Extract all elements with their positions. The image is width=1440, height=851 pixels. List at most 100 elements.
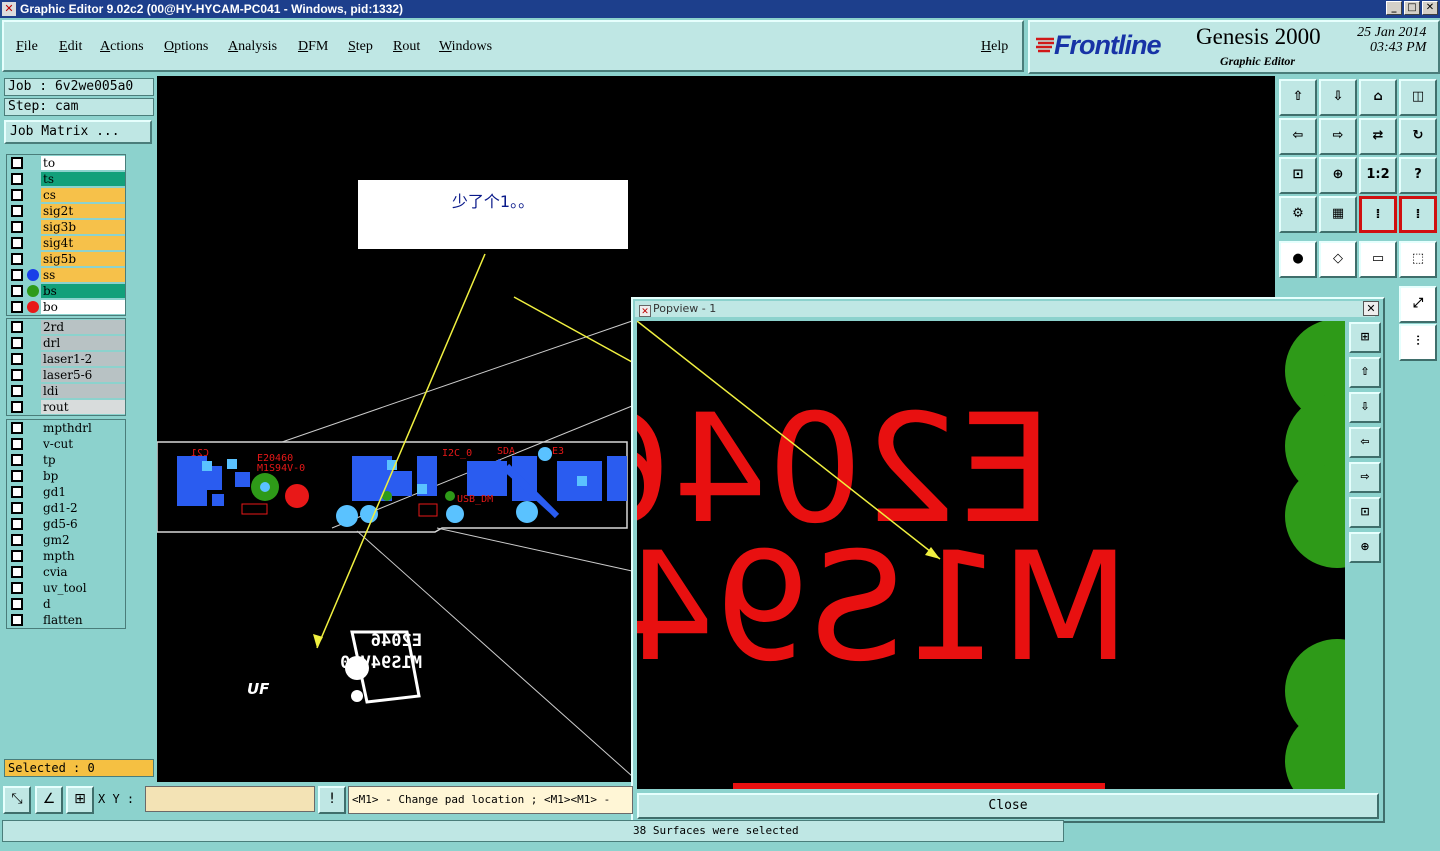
layer-name[interactable]: v-cut (41, 437, 125, 451)
zoom-area-icon[interactable]: ⤡ (3, 786, 31, 814)
layer-row-gm2[interactable]: gm2 (7, 532, 125, 548)
layer-name[interactable]: sig5b (41, 252, 125, 266)
layer-row-sig2t[interactable]: sig2t (7, 203, 125, 219)
layer-name[interactable]: bp (41, 469, 125, 483)
layer-name[interactable]: sig4t (41, 236, 125, 250)
move-icon[interactable]: ◇ (1319, 241, 1357, 278)
menu-dfm[interactable]: DFM (298, 39, 328, 55)
layer-checkbox[interactable] (11, 385, 23, 397)
alert-icon[interactable]: ! (318, 786, 346, 814)
grid-icon[interactable]: ▦ (1319, 196, 1357, 233)
layer-row-bo[interactable]: bo (7, 299, 125, 315)
measure-icon[interactable]: ▭ (1359, 241, 1397, 278)
layer-row-laser1-2[interactable]: laser1-2 (7, 351, 125, 367)
popview-up-icon[interactable]: ⇧ (1349, 357, 1381, 388)
layer-name[interactable]: flatten (41, 613, 125, 627)
layer-name[interactable]: bo (41, 300, 125, 314)
zoom-1to2-icon[interactable]: 1:2 (1359, 157, 1397, 194)
popview-left-icon[interactable]: ⇦ (1349, 427, 1381, 458)
layer-checkbox[interactable] (11, 369, 23, 381)
layer-name[interactable]: laser1-2 (41, 352, 125, 366)
area-select-icon[interactable]: ⬚ (1399, 241, 1437, 278)
layer-row-gd1-2[interactable]: gd1-2 (7, 500, 125, 516)
layer-checkbox[interactable] (11, 337, 23, 349)
popview-canvas[interactable]: E2046 M1S94 (637, 321, 1345, 789)
layer-row-rout[interactable]: rout (7, 399, 125, 415)
menu-file[interactable]: File (16, 39, 38, 55)
snap-red2-icon[interactable]: ⁞ (1399, 196, 1437, 233)
job-matrix-button[interactable]: Job Matrix ... (4, 120, 152, 144)
minimize-button[interactable]: _ (1386, 1, 1402, 15)
popview-close-x[interactable]: ✕ (1363, 301, 1379, 316)
layer-row-ss[interactable]: ss (7, 267, 125, 283)
layer-checkbox[interactable] (11, 550, 23, 562)
menu-edit[interactable]: Edit (59, 39, 82, 55)
layer-name[interactable]: gd1 (41, 485, 125, 499)
layer-row-to[interactable]: to (7, 155, 125, 171)
menu-help[interactable]: Help (981, 39, 1008, 55)
layer-row-ldi[interactable]: ldi (7, 383, 125, 399)
layer-checkbox[interactable] (11, 566, 23, 578)
menu-options[interactable]: Options (164, 39, 208, 55)
home-icon[interactable]: ⌂ (1359, 79, 1397, 116)
layer-checkbox[interactable] (11, 205, 23, 217)
layer-name[interactable]: sig3b (41, 220, 125, 234)
layer-checkbox[interactable] (11, 422, 23, 434)
popview-fit-icon[interactable]: ⊡ (1349, 497, 1381, 528)
layer-row-flatten[interactable]: flatten (7, 612, 125, 628)
layer-row-sig3b[interactable]: sig3b (7, 219, 125, 235)
measure-angle-icon[interactable]: ∠ (35, 786, 63, 814)
zoom-home-icon[interactable]: ⇧ (1279, 79, 1317, 116)
layer-name[interactable]: mpthdrl (41, 421, 125, 435)
layer-checkbox[interactable] (11, 598, 23, 610)
close-window-button[interactable]: ✕ (1422, 1, 1438, 15)
layer-row-mpth[interactable]: mpth (7, 548, 125, 564)
layer-checkbox[interactable] (11, 321, 23, 333)
layer-row-mpthdrl[interactable]: mpthdrl (7, 420, 125, 436)
layer-checkbox[interactable] (11, 173, 23, 185)
popview-center-icon[interactable]: ⊕ (1349, 532, 1381, 563)
layer-name[interactable]: sig2t (41, 204, 125, 218)
swap-icon[interactable]: ⇄ (1359, 118, 1397, 155)
layer-checkbox[interactable] (11, 582, 23, 594)
maximize-button[interactable]: □ (1404, 1, 1420, 15)
layer-name[interactable]: laser5-6 (41, 368, 125, 382)
layer-checkbox[interactable] (11, 301, 23, 313)
popview-zoom-icon[interactable]: ⊞ (1349, 322, 1381, 353)
layer-checkbox[interactable] (11, 518, 23, 530)
window-layout-icon[interactable]: ◫ (1399, 79, 1437, 116)
layer-checkbox[interactable] (11, 486, 23, 498)
menu-step[interactable]: Step (348, 39, 373, 55)
pan-right-icon[interactable]: ⇨ (1319, 118, 1357, 155)
layer-row-laser5-6[interactable]: laser5-6 (7, 367, 125, 383)
menu-windows[interactable]: Windows (439, 39, 492, 55)
layer-name[interactable]: mpth (41, 549, 125, 563)
layer-name[interactable]: bs (41, 284, 125, 298)
layer-name[interactable]: cs (41, 188, 125, 202)
feature-icon[interactable]: ⫶ (1399, 324, 1437, 361)
menu-analysis[interactable]: Analysis (228, 39, 277, 55)
layer-row-cvia[interactable]: cvia (7, 564, 125, 580)
zoom-fit-icon[interactable]: ⊡ (1279, 157, 1317, 194)
select-icon[interactable]: ● (1279, 241, 1317, 278)
layer-checkbox[interactable] (11, 502, 23, 514)
layer-checkbox[interactable] (11, 253, 23, 265)
layer-name[interactable]: gm2 (41, 533, 125, 547)
layer-row-gd5-6[interactable]: gd5-6 (7, 516, 125, 532)
layer-row-gd1[interactable]: gd1 (7, 484, 125, 500)
pan-left-icon[interactable]: ⇦ (1279, 118, 1317, 155)
layer-checkbox[interactable] (11, 285, 23, 297)
layer-checkbox[interactable] (11, 614, 23, 626)
layer-row-2rd[interactable]: 2rd (7, 319, 125, 335)
layer-checkbox[interactable] (11, 401, 23, 413)
layer-row-tp[interactable]: tp (7, 452, 125, 468)
layer-name[interactable]: d (41, 597, 125, 611)
layer-name[interactable]: cvia (41, 565, 125, 579)
snap-red-icon[interactable]: ⁞ (1359, 196, 1397, 233)
layer-checkbox[interactable] (11, 221, 23, 233)
layer-row-bp[interactable]: bp (7, 468, 125, 484)
layer-checkbox[interactable] (11, 189, 23, 201)
layer-checkbox[interactable] (11, 534, 23, 546)
layer-checkbox[interactable] (11, 157, 23, 169)
layer-row-sig5b[interactable]: sig5b (7, 251, 125, 267)
